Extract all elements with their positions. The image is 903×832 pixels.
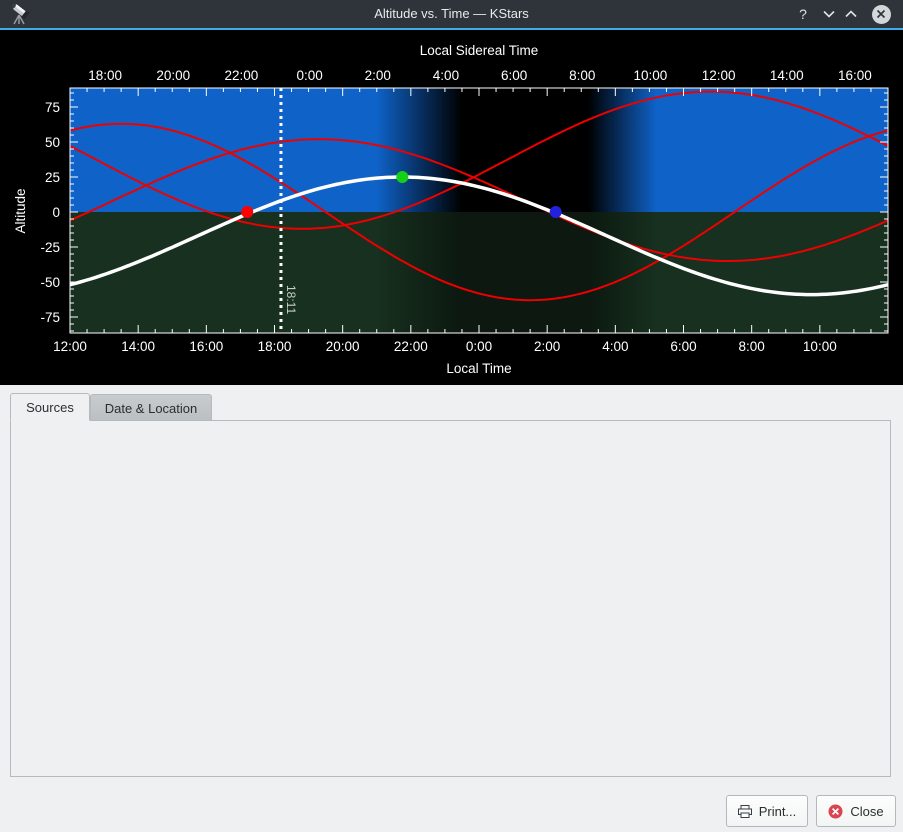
svg-text:6:00: 6:00 — [501, 68, 527, 83]
help-button[interactable]: ? — [791, 0, 815, 28]
svg-text:-25: -25 — [40, 240, 60, 255]
svg-text:0:00: 0:00 — [296, 68, 322, 83]
chevron-up-icon[interactable] — [839, 0, 863, 28]
svg-text:50: 50 — [45, 135, 60, 150]
svg-text:0:00: 0:00 — [466, 339, 492, 354]
svg-text:16:00: 16:00 — [838, 68, 872, 83]
svg-text:14:00: 14:00 — [770, 68, 804, 83]
close-button-label: Close — [850, 804, 883, 819]
tab-date-location[interactable]: Date & Location — [90, 394, 212, 421]
sources-tab-panel — [10, 420, 891, 777]
svg-text:10:00: 10:00 — [803, 339, 837, 354]
svg-text:Local Sidereal Time: Local Sidereal Time — [420, 43, 539, 58]
svg-text:18:11: 18:11 — [284, 285, 298, 314]
svg-text:2:00: 2:00 — [365, 68, 391, 83]
svg-text:20:00: 20:00 — [156, 68, 190, 83]
svg-text:Altitude: Altitude — [13, 188, 28, 233]
svg-text:8:00: 8:00 — [569, 68, 595, 83]
svg-text:14:00: 14:00 — [121, 339, 155, 354]
tab-sources[interactable]: Sources — [10, 393, 90, 421]
svg-text:0: 0 — [52, 205, 60, 220]
close-button[interactable]: Close — [816, 795, 896, 827]
svg-text:-50: -50 — [40, 275, 60, 290]
svg-text:20:00: 20:00 — [326, 339, 360, 354]
altitude-vs-time-window: Altitude vs. Time — KStars ? 18:1112:001… — [0, 0, 903, 832]
chevron-down-icon[interactable] — [817, 0, 841, 28]
dialog-close-icon — [828, 804, 843, 819]
svg-text:25: 25 — [45, 170, 60, 185]
altitude-vs-time-plot: 18:11 12:00 14:00 16:00 18:00 20:00 22:00 0:00 2… — [0, 30, 903, 385]
window-close-button[interactable] — [869, 0, 893, 28]
svg-text:75: 75 — [45, 100, 60, 115]
svg-text:Local Time: Local Time — [446, 361, 511, 376]
print-button-label: Print... — [759, 804, 797, 819]
svg-text:22:00: 22:00 — [225, 68, 259, 83]
svg-text:18:00: 18:00 — [88, 68, 122, 83]
svg-text:10:00: 10:00 — [634, 68, 668, 83]
printer-icon — [738, 805, 752, 818]
svg-text:16:00: 16:00 — [189, 339, 223, 354]
svg-text:4:00: 4:00 — [433, 68, 459, 83]
print-button[interactable]: Print... — [726, 795, 808, 827]
svg-text:2:00: 2:00 — [534, 339, 560, 354]
svg-text:18:00: 18:00 — [258, 339, 292, 354]
svg-text:22:00: 22:00 — [394, 339, 428, 354]
plot-svg: 18:11 12:00 14:00 16:00 18:00 20:00 22:00 0:00 2… — [0, 30, 903, 385]
titlebar[interactable]: Altitude vs. Time — KStars ? — [0, 0, 903, 28]
svg-text:8:00: 8:00 — [739, 339, 765, 354]
window-title: Altitude vs. Time — KStars — [0, 0, 903, 28]
svg-text:12:00: 12:00 — [702, 68, 736, 83]
svg-text:6:00: 6:00 — [670, 339, 696, 354]
svg-text:-75: -75 — [40, 310, 60, 325]
svg-text:12:00: 12:00 — [53, 339, 87, 354]
close-icon — [872, 5, 891, 24]
svg-text:4:00: 4:00 — [602, 339, 628, 354]
